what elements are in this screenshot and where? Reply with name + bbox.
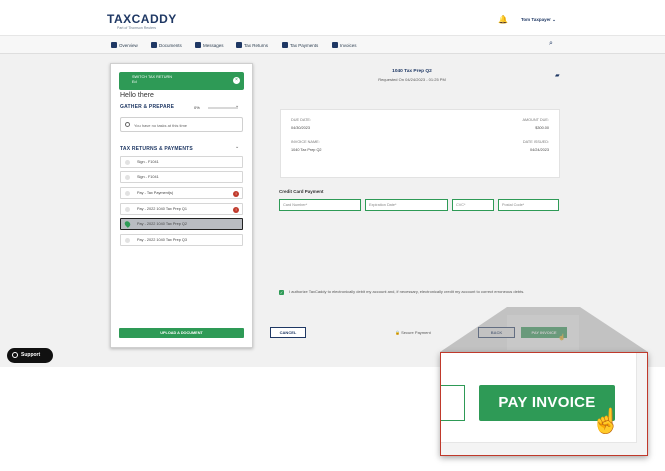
card-number-field[interactable]: Card Number*	[279, 199, 361, 211]
no-tasks-text: You have no tasks at this time	[134, 123, 187, 128]
list-item[interactable]: Sign - F1041	[120, 171, 243, 183]
nav-tax-returns[interactable]: Tax Returns	[236, 42, 268, 48]
amount-due-value: $300.00	[535, 126, 549, 130]
back-button[interactable]: BACK	[478, 327, 515, 338]
user-menu[interactable]: Tom Taxpayer ⌄	[521, 17, 556, 23]
tax-returns-payments-heading: TAX RETURNS & PAYMENTS	[120, 146, 193, 152]
nav-label: Invoices	[340, 42, 357, 48]
gather-percent: 0%	[194, 105, 200, 110]
nav-invoices[interactable]: Invoices	[332, 42, 357, 48]
due-date-value: 04/30/2023	[291, 126, 311, 130]
bell-icon[interactable]: 🔔	[498, 15, 508, 24]
nav-label: Documents	[159, 42, 182, 48]
list-item-label: Pay - 2022 1040 Tax Prep Q2	[137, 222, 187, 226]
invoices-icon	[332, 42, 338, 48]
main-nav: Overview Documents Messages Tax Returns …	[0, 35, 665, 54]
nav-label: Tax Returns	[244, 42, 269, 48]
cvc-field[interactable]: CVC*	[452, 199, 494, 211]
list-item-label: Pay - 2022 1040 Tax Prep Q1	[137, 207, 187, 211]
zoom-panel: PAY INVOICE ☝	[441, 353, 637, 443]
alert-icon: !	[233, 206, 239, 213]
tax-returns-icon	[236, 42, 242, 48]
chevron-down-icon[interactable]: ⌄	[235, 144, 239, 150]
alert-icon: !	[233, 190, 239, 197]
greeting: Hello there	[120, 92, 154, 99]
amount-due-label: AMOUNT DUE:	[522, 118, 549, 122]
sidebar: SWITCH TAX RETURN Ed × Hello there GATHE…	[110, 63, 253, 348]
list-item-label: Sign - F1041	[137, 160, 159, 164]
no-tasks-icon	[125, 122, 130, 127]
date-issued-label: DATE ISSUED:	[522, 140, 549, 144]
list-item-label: Pay - Tax Payment(s)	[137, 191, 174, 195]
switch-tax-return-button[interactable]: SWITCH TAX RETURN Ed ×	[119, 72, 244, 90]
chevron-down-icon[interactable]: ⌄	[235, 103, 239, 109]
list-item[interactable]: Pay - Tax Payment(s)!	[120, 187, 243, 199]
status-dot	[125, 206, 130, 212]
invoice-panel: 1040 Tax Prep Q2 Requested On 04/24/2023…	[262, 63, 582, 350]
search-icon[interactable]: ⌕	[549, 40, 553, 48]
hand-cursor-icon: ☝	[558, 335, 566, 341]
credit-card-heading: Credit Card Payment	[279, 189, 324, 194]
messages-icon	[195, 42, 201, 48]
nav-label: Overview	[119, 42, 138, 48]
nav-tax-payments[interactable]: Tax Payments	[282, 42, 318, 48]
status-dot	[125, 174, 130, 180]
zoom-callout: PAY INVOICE ☝	[440, 352, 648, 456]
taxcaddy-logo[interactable]: TAXCADDY	[107, 12, 177, 26]
nav-label: Tax Payments	[290, 42, 319, 48]
due-date-label: DUE DATE:	[291, 118, 311, 122]
cancel-button[interactable]: CANCEL	[270, 327, 306, 338]
invoice-title: 1040 Tax Prep Q2	[392, 69, 432, 74]
top-bar: TAXCADDY Part of Thomson Reuters 🔔 Tom T…	[0, 8, 665, 35]
upload-document-button[interactable]: UPLOAD A DOCUMENT	[119, 328, 244, 338]
documents-icon	[151, 42, 157, 48]
taxcaddy-app-window: TAXCADDY Part of Thomson Reuters 🔔 Tom T…	[0, 8, 665, 367]
list-item[interactable]: Sign - F1041	[120, 156, 243, 168]
authorize-text: I authorize TaxCaddy to electronically d…	[289, 289, 525, 294]
list-item[interactable]: Pay - 2022 1040 Tax Prep Q1!	[120, 203, 243, 215]
lock-icon: 🔒	[395, 330, 400, 335]
postal-code-field[interactable]: Postal Code*	[498, 199, 559, 211]
support-button[interactable]: Support	[7, 348, 53, 363]
zoom-back-button	[441, 385, 465, 421]
chat-icon[interactable]: ▰	[555, 72, 560, 79]
hand-cursor-icon: ☝	[591, 408, 621, 435]
tax-payments-icon	[282, 42, 288, 48]
support-label: Support	[21, 352, 41, 358]
invoice-name-label: INVOICE NAME:	[291, 140, 320, 144]
list-item-label: Pay - 2022 1040 Tax Prep Q3	[137, 238, 187, 242]
list-item-label: Sign - F1041	[137, 175, 159, 179]
invoice-summary-card: DUE DATE: 04/30/2023 AMOUNT DUE: $300.00…	[280, 109, 560, 178]
nav-label: Messages	[203, 42, 224, 48]
expiration-date-field[interactable]: Expiration Date*	[365, 199, 448, 211]
status-dot	[125, 159, 130, 165]
home-icon	[111, 42, 117, 48]
status-dot	[125, 237, 130, 243]
list-item-selected[interactable]: Pay - 2022 1040 Tax Prep Q2	[120, 218, 243, 230]
nav-overview[interactable]: Overview	[111, 42, 138, 48]
nav-messages[interactable]: Messages	[195, 42, 224, 48]
secure-payment-label: Secure Payment	[401, 330, 431, 335]
logo-subtitle: Part of Thomson Reuters	[117, 26, 157, 30]
gather-progress-bar	[208, 107, 238, 109]
close-icon[interactable]: ×	[233, 77, 240, 84]
list-item[interactable]: Pay - 2022 1040 Tax Prep Q3	[120, 234, 243, 246]
nav-documents[interactable]: Documents	[151, 42, 182, 48]
location-pin-icon	[123, 220, 132, 228]
gather-prepare-heading: GATHER & PREPARE	[120, 104, 175, 110]
chat-bubble-icon	[12, 352, 18, 358]
no-tasks-notice: You have no tasks at this time	[120, 117, 243, 132]
status-dot	[125, 190, 130, 196]
date-issued-value: 04/24/2023	[529, 148, 549, 152]
switch-sub: Ed	[132, 80, 137, 84]
authorize-checkbox[interactable]: ✓	[279, 290, 284, 295]
secure-payment: 🔒 Secure Payment	[395, 330, 431, 335]
invoice-name-value: 1040 Tax Prep Q2	[291, 148, 322, 152]
requested-on: Requested On 04/24/2023 - 01:25 PM	[378, 77, 446, 82]
